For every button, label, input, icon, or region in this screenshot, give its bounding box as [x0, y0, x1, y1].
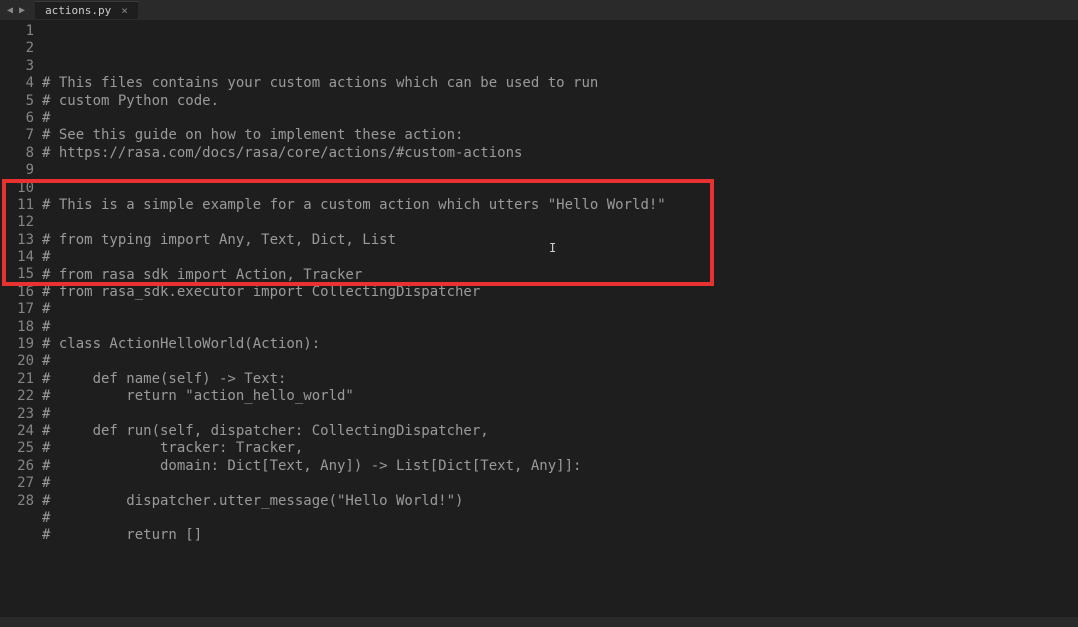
- line-number: 25: [0, 440, 34, 457]
- code-line[interactable]: # class ActionHelloWorld(Action):: [42, 336, 1078, 353]
- code-line[interactable]: # tracker: Tracker,: [42, 440, 1078, 457]
- line-number: 4: [0, 75, 34, 92]
- line-number: 5: [0, 93, 34, 110]
- close-icon[interactable]: ×: [121, 4, 128, 17]
- code-line[interactable]: # return "action_hello_world": [42, 388, 1078, 405]
- line-number: 24: [0, 423, 34, 440]
- tab-label: actions.py: [45, 4, 111, 17]
- code-line[interactable]: # from rasa_sdk import Action, Tracker: [42, 267, 1078, 284]
- code-line[interactable]: [42, 180, 1078, 197]
- line-number: 10: [0, 180, 34, 197]
- code-line[interactable]: #: [42, 353, 1078, 370]
- line-number-gutter: 1234567891011121314151617181920212223242…: [0, 20, 42, 617]
- code-line[interactable]: # custom Python code.: [42, 93, 1078, 110]
- line-number: 18: [0, 319, 34, 336]
- nav-forward-icon[interactable]: ▶: [17, 5, 27, 16]
- tab-bar: actions.py ×: [35, 1, 138, 19]
- line-number: 17: [0, 301, 34, 318]
- code-line[interactable]: # return []: [42, 527, 1078, 544]
- line-number: 9: [0, 162, 34, 179]
- line-number: 20: [0, 353, 34, 370]
- code-line[interactable]: # domain: Dict[Text, Any]) -> List[Dict[…: [42, 458, 1078, 475]
- line-number: 16: [0, 284, 34, 301]
- line-number: 14: [0, 249, 34, 266]
- line-number: 21: [0, 371, 34, 388]
- code-line[interactable]: # dispatcher.utter_message("Hello World!…: [42, 493, 1078, 510]
- code-line[interactable]: [42, 162, 1078, 179]
- code-line[interactable]: # from rasa_sdk.executor import Collecti…: [42, 284, 1078, 301]
- line-number: 23: [0, 406, 34, 423]
- line-number: 22: [0, 388, 34, 405]
- editor[interactable]: 1234567891011121314151617181920212223242…: [0, 20, 1078, 617]
- code-line[interactable]: #: [42, 510, 1078, 527]
- line-number: 15: [0, 266, 34, 283]
- titlebar: ◀ ▶ actions.py ×: [0, 0, 1078, 20]
- code-line[interactable]: #: [42, 110, 1078, 127]
- code-line[interactable]: #: [42, 475, 1078, 492]
- code-line[interactable]: #: [42, 249, 1078, 266]
- status-bar: [0, 617, 1078, 627]
- line-number: 19: [0, 336, 34, 353]
- line-number: 3: [0, 58, 34, 75]
- code-line[interactable]: # This files contains your custom action…: [42, 75, 1078, 92]
- code-line[interactable]: # def run(self, dispatcher: CollectingDi…: [42, 423, 1078, 440]
- code-line[interactable]: # See this guide on how to implement the…: [42, 127, 1078, 144]
- code-line[interactable]: #: [42, 319, 1078, 336]
- code-line[interactable]: # def name(self) -> Text:: [42, 371, 1078, 388]
- code-line[interactable]: # https://rasa.com/docs/rasa/core/action…: [42, 145, 1078, 162]
- line-number: 1: [0, 23, 34, 40]
- nav-back-icon[interactable]: ◀: [5, 5, 15, 16]
- nav-arrows: ◀ ▶: [5, 5, 27, 16]
- code-line[interactable]: [42, 214, 1078, 231]
- code-line[interactable]: #: [42, 406, 1078, 423]
- line-number: 7: [0, 127, 34, 144]
- code-line[interactable]: # from typing import Any, Text, Dict, Li…: [42, 232, 1078, 249]
- line-number: 2: [0, 40, 34, 57]
- line-number: 13: [0, 232, 34, 249]
- line-number: 8: [0, 145, 34, 162]
- code-area[interactable]: I # This files contains your custom acti…: [42, 20, 1078, 617]
- line-number: 26: [0, 458, 34, 475]
- line-number: 27: [0, 475, 34, 492]
- code-line[interactable]: [42, 545, 1078, 562]
- code-line[interactable]: # This is a simple example for a custom …: [42, 197, 1078, 214]
- line-number: 12: [0, 214, 34, 231]
- tab-actions-py[interactable]: actions.py ×: [35, 1, 138, 19]
- code-line[interactable]: #: [42, 301, 1078, 318]
- text-cursor: I: [549, 240, 556, 257]
- line-number: 28: [0, 493, 34, 510]
- line-number: 11: [0, 197, 34, 214]
- line-number: 6: [0, 110, 34, 127]
